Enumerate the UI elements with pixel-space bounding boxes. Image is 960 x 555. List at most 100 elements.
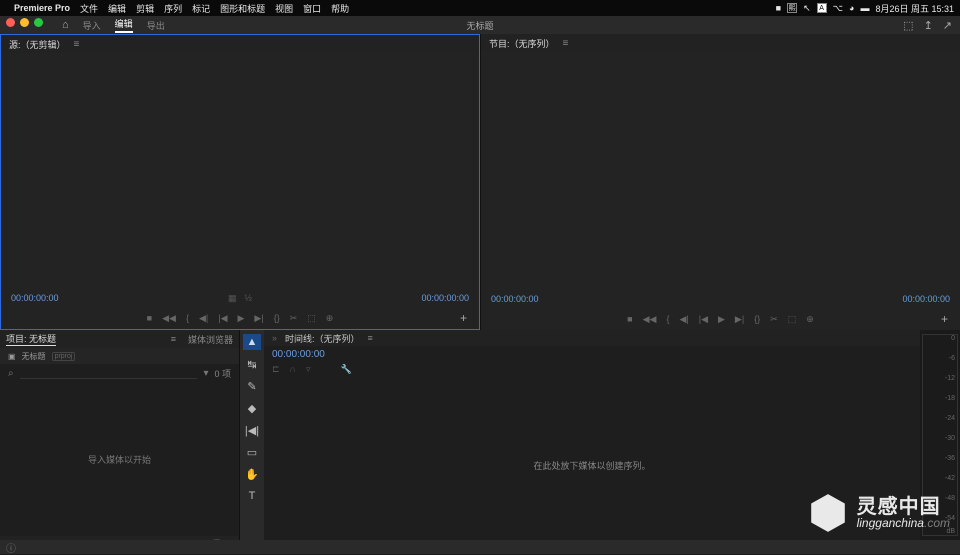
step-back-button[interactable]: ◀| bbox=[199, 313, 208, 324]
marker-icon[interactable]: ▿ bbox=[306, 364, 311, 375]
media-bin[interactable]: 导入媒体以开始 bbox=[0, 382, 239, 536]
audio-meter[interactable]: 0 -6 -12 -18 -24 -30 -36 -42 -48 -54 dB bbox=[922, 334, 958, 536]
mark-out-button[interactable]: ◀◀ bbox=[162, 313, 176, 324]
workspace-bar: ⌂ 导入 编辑 导出 无标题 ⬚ ↥ ↗ bbox=[0, 16, 960, 34]
menu-clip[interactable]: 剪辑 bbox=[136, 2, 154, 15]
quick-export-icon[interactable]: ⬚ bbox=[903, 19, 913, 32]
timeline-tracks[interactable]: 在此处放下媒体以创建序列。 bbox=[264, 376, 920, 554]
settings-icon[interactable]: 🔧 bbox=[341, 364, 352, 375]
project-ext-badge: prproj bbox=[52, 352, 76, 361]
project-tab[interactable]: 项目: 无标题 bbox=[6, 332, 56, 346]
button-editor-icon[interactable]: + bbox=[941, 312, 948, 326]
workspace-tab-import[interactable]: 导入 bbox=[83, 19, 101, 32]
extract-button[interactable]: ⬚ bbox=[788, 314, 797, 325]
button-editor-icon[interactable]: + bbox=[460, 311, 467, 325]
chevron-icon[interactable]: » bbox=[272, 333, 277, 343]
mark-out-button[interactable]: ◀◀ bbox=[643, 314, 657, 325]
item-count: 0 项 bbox=[214, 367, 231, 380]
menu-window[interactable]: 窗口 bbox=[303, 2, 321, 15]
program-tc-out[interactable]: 00:00:00:00 bbox=[902, 294, 950, 304]
menu-file[interactable]: 文件 bbox=[80, 2, 98, 15]
export-frame-button[interactable]: ⊕ bbox=[806, 314, 814, 325]
ripple-edit-tool[interactable]: ✎ bbox=[243, 378, 261, 394]
play-button[interactable]: ▶ bbox=[238, 313, 245, 324]
panel-menu-icon[interactable]: ≡ bbox=[368, 333, 373, 343]
timeline-tab[interactable]: 时间线:（无序列） bbox=[285, 332, 360, 345]
zoom-icon[interactable]: ½ bbox=[245, 293, 253, 304]
program-tc-in[interactable]: 00:00:00:00 bbox=[491, 294, 539, 304]
status-bar: ⓘ bbox=[0, 540, 960, 554]
go-to-out-button[interactable]: {} bbox=[754, 314, 760, 324]
snap-icon[interactable]: ⊏ bbox=[272, 364, 280, 375]
source-tc-out[interactable]: 00:00:00:00 bbox=[421, 293, 469, 303]
program-tab[interactable]: 节目:（无序列） bbox=[489, 37, 555, 50]
export-frame-button[interactable]: ⊕ bbox=[326, 313, 334, 324]
project-title: 无标题 bbox=[466, 19, 493, 32]
timeline-timecode[interactable]: 00:00:00:00 bbox=[264, 346, 920, 362]
lift-button[interactable]: ✂ bbox=[770, 314, 778, 325]
workspace-tab-edit[interactable]: 编辑 bbox=[115, 17, 133, 33]
search-icon[interactable]: ⌕ bbox=[8, 368, 14, 379]
overwrite-button[interactable]: ⬚ bbox=[307, 313, 316, 324]
input-indicator[interactable]: 熙 bbox=[787, 3, 797, 13]
search-input[interactable] bbox=[20, 368, 198, 379]
menu-marker[interactable]: 标记 bbox=[192, 2, 210, 15]
menu-view[interactable]: 视图 bbox=[275, 2, 293, 15]
panel-menu-icon[interactable]: ≡ bbox=[74, 39, 80, 50]
app-name[interactable]: Premiere Pro bbox=[14, 3, 70, 13]
insert-button[interactable]: ✂ bbox=[290, 313, 298, 324]
play-back-button[interactable]: |◀ bbox=[699, 314, 708, 325]
step-fwd-button[interactable]: ▶| bbox=[254, 313, 263, 324]
play-button[interactable]: ▶ bbox=[718, 314, 725, 325]
info-icon[interactable]: ⓘ bbox=[6, 540, 16, 555]
bluetooth-icon[interactable]: ⌥ bbox=[833, 3, 843, 14]
program-monitor-panel: 节目:（无序列） ≡ 00:00:00:00 00:00:00:00 ■ ◀◀ … bbox=[480, 34, 960, 330]
menu-graphics[interactable]: 图形和标题 bbox=[220, 2, 265, 15]
step-fwd-button[interactable]: ▶| bbox=[735, 314, 744, 325]
go-to-in-button[interactable]: { bbox=[666, 314, 669, 324]
empty-hint: 导入媒体以开始 bbox=[88, 453, 151, 466]
panel-menu-icon[interactable]: ≡ bbox=[563, 38, 569, 49]
source-tc-in[interactable]: 00:00:00:00 bbox=[11, 293, 59, 303]
battery-icon[interactable]: ▬ bbox=[860, 3, 869, 13]
play-back-button[interactable]: |◀ bbox=[218, 313, 227, 324]
mark-in-button[interactable]: ■ bbox=[627, 314, 632, 324]
media-browser-tab[interactable]: 媒体浏览器 bbox=[188, 333, 233, 346]
linked-selection-icon[interactable]: ∩ bbox=[290, 364, 296, 374]
razor-tool[interactable]: ◆ bbox=[243, 400, 261, 416]
source-viewport[interactable] bbox=[1, 53, 479, 289]
program-viewport[interactable] bbox=[481, 52, 960, 290]
home-icon[interactable]: ⌂ bbox=[62, 19, 69, 31]
status-icon[interactable]: ■ bbox=[776, 3, 781, 13]
hand-tool[interactable]: ✋ bbox=[243, 466, 261, 482]
mark-in-button[interactable]: ■ bbox=[147, 313, 152, 323]
type-tool[interactable]: T bbox=[243, 488, 261, 504]
pen-tool[interactable]: ▭ bbox=[243, 444, 261, 460]
minimize-button[interactable] bbox=[20, 18, 29, 27]
close-button[interactable] bbox=[6, 18, 15, 27]
selection-tool[interactable]: ▲ bbox=[243, 334, 261, 350]
fit-icon[interactable]: ▦ bbox=[228, 293, 237, 304]
maximize-button[interactable] bbox=[34, 18, 43, 27]
wifi-icon[interactable]: ◕ bbox=[849, 3, 854, 13]
track-select-tool[interactable]: ↹ bbox=[243, 356, 261, 372]
status-icon[interactable]: ↖ bbox=[803, 3, 811, 14]
fullscreen-icon[interactable]: ↗ bbox=[943, 19, 952, 32]
new-bin-icon[interactable]: ▾ bbox=[203, 368, 208, 379]
go-to-out-button[interactable]: {} bbox=[274, 313, 280, 323]
empty-hint: 在此处放下媒体以创建序列。 bbox=[533, 459, 650, 472]
go-to-in-button[interactable]: { bbox=[186, 313, 189, 323]
clock[interactable]: 8月26日 周五 15:31 bbox=[875, 2, 954, 15]
menu-help[interactable]: 帮助 bbox=[331, 2, 349, 15]
menu-sequence[interactable]: 序列 bbox=[164, 2, 182, 15]
panel-menu-icon[interactable]: ≡ bbox=[171, 334, 176, 344]
input-indicator[interactable]: A bbox=[817, 3, 827, 13]
menu-edit[interactable]: 编辑 bbox=[108, 2, 126, 15]
workspace-tab-export[interactable]: 导出 bbox=[147, 19, 165, 32]
share-icon[interactable]: ↥ bbox=[924, 19, 933, 32]
slip-tool[interactable]: |◀| bbox=[243, 422, 261, 438]
macos-menubar: Premiere Pro 文件 编辑 剪辑 序列 标记 图形和标题 视图 窗口 … bbox=[0, 0, 960, 16]
step-back-button[interactable]: ◀| bbox=[679, 314, 688, 325]
source-tab[interactable]: 源:（无剪辑） bbox=[9, 38, 66, 51]
project-file-icon: ▣ bbox=[8, 352, 16, 361]
